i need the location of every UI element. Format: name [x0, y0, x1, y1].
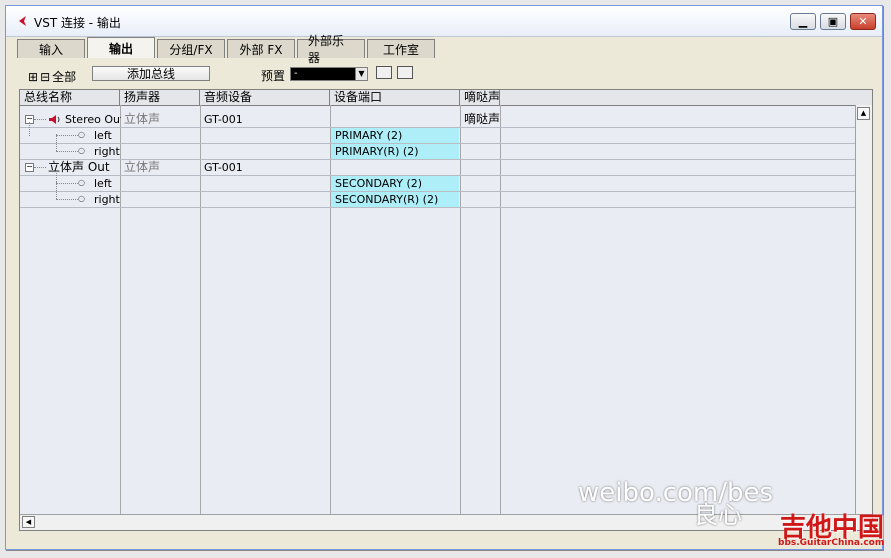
channel-node-icon: ○ [78, 178, 85, 187]
expand-all-toggle[interactable]: ⊞ ⊟ 全部 [28, 68, 76, 85]
column-header-audio-device[interactable]: 音频设备 [200, 90, 330, 105]
channel-node-icon: ○ [78, 146, 85, 155]
expand-plus-icon: ⊞ [28, 69, 39, 84]
site-url: bbs.GuitarChina.com [778, 538, 885, 548]
vst-connections-window: VST 连接 - 输出 ▁ ▣ ✕ 输入 输出 分组/FX 外部 FX 外部乐器… [5, 5, 883, 550]
minimize-icon: ▁ [798, 15, 808, 28]
cubase-logo-icon [19, 16, 26, 26]
speaker-config[interactable]: 立体声 [120, 112, 200, 127]
dropdown-arrow-icon: ▼ [355, 68, 367, 80]
tree-connector [56, 134, 57, 151]
tab-studio[interactable]: 工作室 [367, 39, 435, 58]
collapse-toggle-icon[interactable]: − [25, 163, 34, 172]
collapse-minus-icon: ⊟ [40, 69, 51, 84]
horizontal-scrollbar[interactable]: ◀ [20, 514, 872, 530]
device-port[interactable]: SECONDARY (2) [331, 176, 459, 191]
column-header-row: 总线名称 扬声器 音频设备 设备端口 嘀哒声 [20, 90, 872, 106]
tree-connector [56, 182, 57, 199]
watermark-text: weibo.com/bes [578, 478, 774, 508]
tree-connector [34, 119, 46, 120]
scroll-up-arrow-icon[interactable]: ▲ [857, 107, 870, 120]
channel-node-icon: ○ [78, 130, 85, 139]
store-preset-icon[interactable] [376, 66, 392, 79]
column-header-bus-name[interactable]: 总线名称 [20, 90, 120, 105]
channel-name: right [94, 193, 120, 206]
click-toggle[interactable]: 嘀哒声 [460, 112, 500, 127]
add-bus-button[interactable]: 添加总线 [92, 66, 210, 81]
toolbar: ⊞ ⊟ 全部 添加总线 预置 - ▼ [26, 66, 872, 86]
device-port[interactable]: PRIMARY(R) (2) [331, 144, 459, 159]
watermark-text-secondary: 良心 [694, 501, 742, 529]
tree-connector [29, 122, 30, 136]
device-port[interactable]: PRIMARY (2) [331, 128, 459, 143]
close-button[interactable]: ✕ [850, 13, 876, 30]
table-row[interactable]: ○ left PRIMARY (2) [20, 122, 856, 144]
table-row[interactable]: − Stereo Out 立体声 GT-001 嘀哒声 [20, 112, 856, 128]
bus-grid: 总线名称 扬声器 音频设备 设备端口 嘀哒声 − Stereo Out 立体声 … [19, 89, 873, 531]
column-header-speaker[interactable]: 扬声器 [120, 90, 200, 105]
tree-connector [56, 183, 78, 184]
table-row[interactable]: ○ right PRIMARY(R) (2) [20, 134, 856, 160]
channel-name: right [94, 145, 120, 158]
device-port[interactable] [330, 160, 460, 175]
preset-value: - [294, 68, 298, 79]
table-row[interactable]: ○ right SECONDARY(R) (2) [20, 182, 856, 208]
maximize-button[interactable]: ▣ [820, 13, 846, 30]
tree-connector [56, 199, 78, 200]
preset-select[interactable]: - ▼ [290, 67, 368, 81]
table-row[interactable]: − 立体声 Out 立体声 GT-001 [20, 160, 856, 176]
tab-external-instruments[interactable]: 外部乐器 [297, 34, 365, 65]
bus-name: Stereo Out [65, 113, 121, 126]
expand-all-label: 全部 [52, 70, 77, 84]
speaker-config[interactable]: 立体声 [120, 160, 200, 175]
column-header-empty [500, 90, 856, 105]
audio-device[interactable]: GT-001 [200, 160, 330, 175]
tab-inputs[interactable]: 输入 [17, 39, 85, 58]
tab-group-fx[interactable]: 分组/FX [157, 39, 225, 58]
audio-device[interactable]: GT-001 [200, 112, 330, 127]
tab-external-fx[interactable]: 外部 FX [227, 39, 295, 58]
tab-outputs[interactable]: 输出 [87, 37, 155, 58]
channel-node-icon: ○ [78, 194, 85, 203]
tab-strip: 输入 输出 分组/FX 外部 FX 外部乐器 工作室 [17, 34, 437, 65]
speaker-icon [49, 115, 60, 124]
column-header-click[interactable]: 嘀哒声 [460, 90, 500, 105]
device-port[interactable]: SECONDARY(R) (2) [331, 192, 459, 207]
tree-connector [56, 151, 78, 152]
click-toggle[interactable] [460, 160, 500, 175]
scroll-left-arrow-icon[interactable]: ◀ [22, 516, 35, 528]
minimize-button[interactable]: ▁ [790, 13, 816, 30]
maximize-icon: ▣ [827, 15, 839, 28]
window-title: VST 连接 - 输出 [34, 16, 121, 30]
tree-connector [56, 135, 78, 136]
table-row[interactable]: ○ left SECONDARY (2) [20, 170, 856, 192]
channel-name: left [94, 129, 112, 142]
preset-label: 预置 [261, 69, 286, 83]
close-icon: ✕ [858, 15, 868, 28]
device-port[interactable] [330, 112, 460, 127]
vertical-scrollbar[interactable]: ▲ [855, 105, 872, 514]
column-header-device-port[interactable]: 设备端口 [330, 90, 460, 105]
title-bar[interactable]: VST 连接 - 输出 ▁ ▣ ✕ [6, 6, 882, 37]
channel-name: left [94, 177, 112, 190]
remove-preset-icon[interactable] [397, 66, 413, 79]
